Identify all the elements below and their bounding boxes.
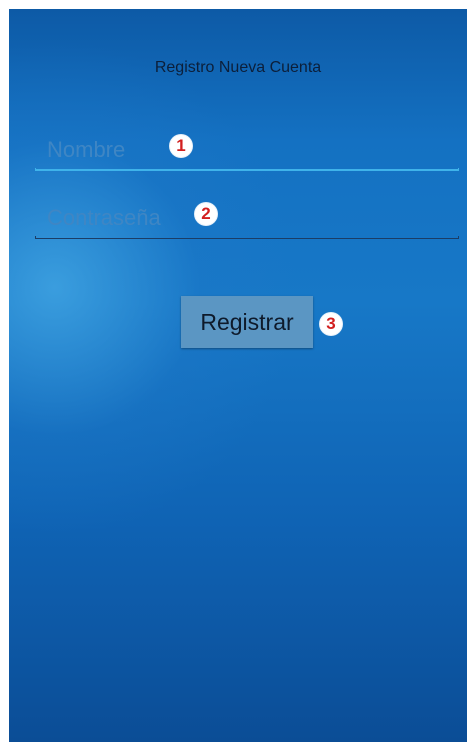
- registrar-button[interactable]: Registrar: [181, 296, 313, 348]
- nombre-underline: [35, 168, 459, 171]
- annotation-marker-3: 3: [320, 313, 342, 335]
- page-title: Registro Nueva Cuenta: [154, 59, 322, 76]
- contrasena-input[interactable]: [35, 198, 459, 238]
- nombre-field-container: [35, 130, 459, 171]
- nombre-input[interactable]: [35, 130, 459, 170]
- annotation-marker-1: 1: [170, 135, 192, 157]
- contrasena-field-container: [35, 198, 459, 239]
- annotation-marker-2: 2: [195, 203, 217, 225]
- contrasena-underline: [35, 236, 459, 239]
- app-screen: Registro Nueva Cuenta Registrar 1 2 3: [9, 9, 467, 742]
